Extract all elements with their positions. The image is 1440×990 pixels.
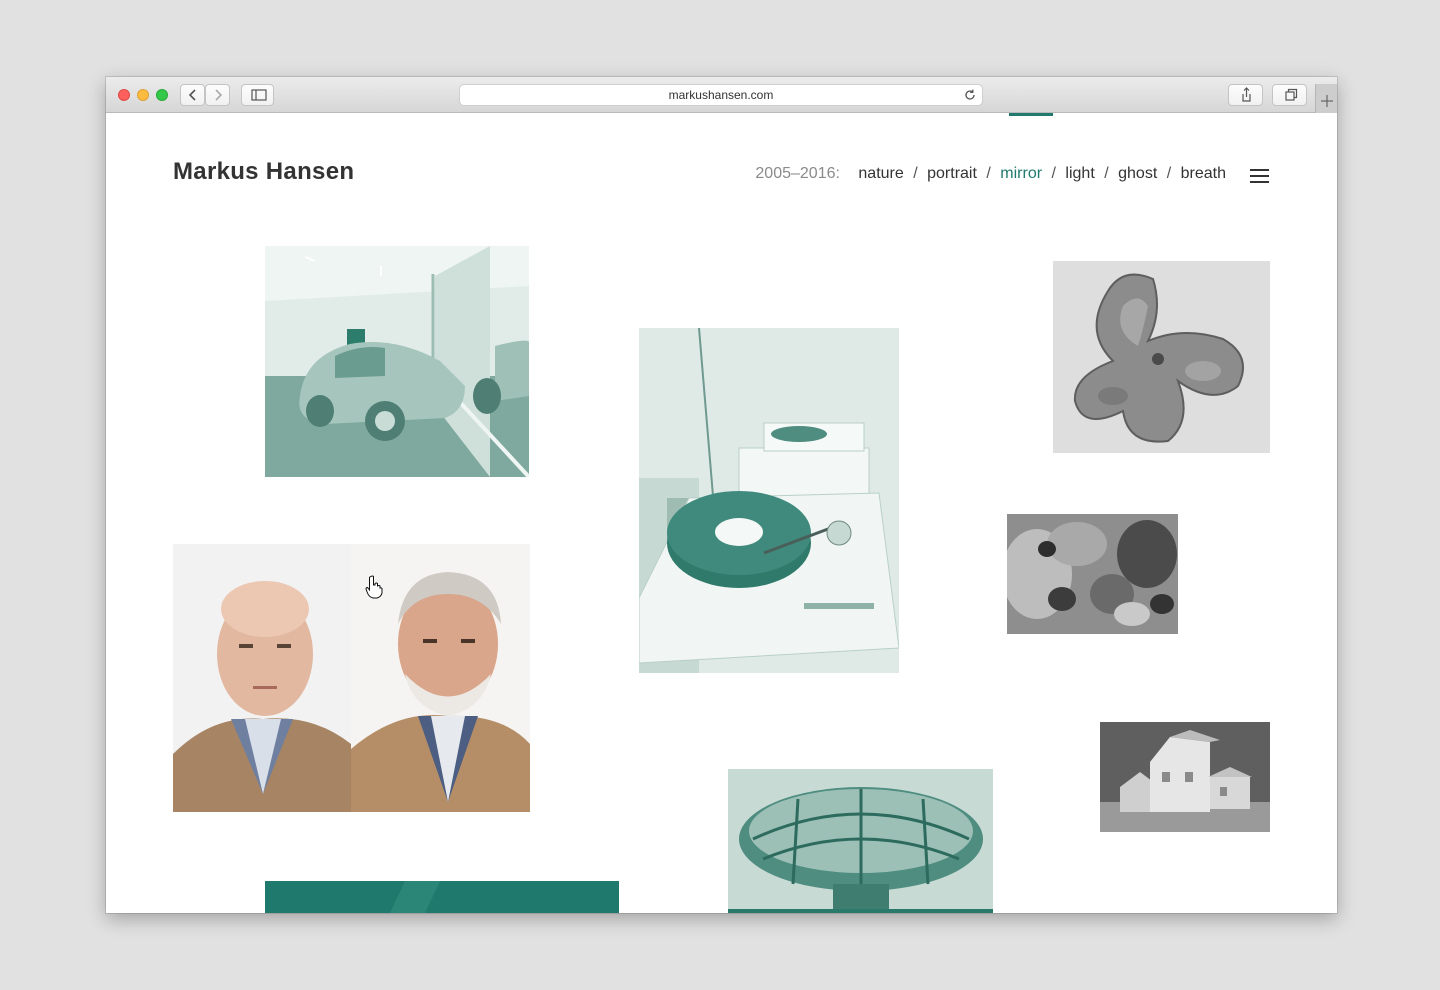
- site-title[interactable]: Markus Hansen: [173, 158, 354, 186]
- photo-mirrored-car[interactable]: [265, 246, 529, 477]
- sidebar-icon: [251, 89, 267, 101]
- nav-years-label: 2005–2016:: [755, 165, 840, 182]
- page-content: Markus Hansen 2005–2016: nature / portra…: [106, 113, 1337, 913]
- chevron-left-icon: [188, 89, 196, 101]
- photo-gray-house[interactable]: [1100, 722, 1270, 832]
- share-button[interactable]: [1228, 84, 1263, 106]
- zoom-window-button[interactable]: [156, 89, 168, 101]
- hand-pointer-icon: [365, 575, 383, 599]
- plus-icon: [1321, 95, 1333, 107]
- nav-item-portrait[interactable]: portrait: [927, 165, 977, 182]
- nav-separator: /: [1051, 165, 1056, 182]
- share-icon: [1242, 87, 1251, 102]
- nav-item-mirror[interactable]: mirror: [1000, 165, 1042, 182]
- chevron-right-icon: [215, 89, 223, 101]
- url-text: markushansen.com: [668, 88, 774, 102]
- new-tab-button[interactable]: [1315, 84, 1337, 113]
- nav-separator: /: [913, 165, 918, 182]
- category-nav: 2005–2016: nature / portrait / mirror / …: [755, 165, 1226, 183]
- nav-item-ghost[interactable]: ghost: [1118, 165, 1157, 182]
- browser-toolbar: markushansen.com: [106, 77, 1337, 113]
- tabs-overview-button[interactable]: [1272, 84, 1307, 106]
- address-bar[interactable]: markushansen.com: [459, 84, 983, 106]
- nav-item-light[interactable]: light: [1065, 165, 1094, 182]
- tabs-icon: [1285, 88, 1298, 101]
- back-button[interactable]: [180, 84, 205, 106]
- photo-abstract-bubbles[interactable]: [1007, 514, 1178, 634]
- photo-lobed-object[interactable]: [1053, 261, 1270, 453]
- nav-item-breath[interactable]: breath: [1181, 165, 1226, 182]
- sidebar-button[interactable]: [241, 84, 274, 106]
- hamburger-menu-icon[interactable]: [1250, 168, 1270, 184]
- nav-item-nature[interactable]: nature: [858, 165, 903, 182]
- photo-record-player[interactable]: [639, 328, 899, 673]
- photo-dome-structure[interactable]: [728, 769, 993, 913]
- photo-teal-cropped[interactable]: [265, 881, 619, 913]
- nav-separator: /: [1104, 165, 1109, 182]
- forward-button[interactable]: [205, 84, 230, 106]
- nav-separator: /: [986, 165, 991, 182]
- photo-portrait-pair[interactable]: [173, 544, 530, 812]
- reload-icon[interactable]: [963, 88, 977, 102]
- nav-separator: /: [1166, 165, 1172, 182]
- close-window-button[interactable]: [118, 89, 130, 101]
- browser-window: markushansen.com Markus Hansen 2005–2016…: [106, 77, 1337, 913]
- minimize-window-button[interactable]: [137, 89, 149, 101]
